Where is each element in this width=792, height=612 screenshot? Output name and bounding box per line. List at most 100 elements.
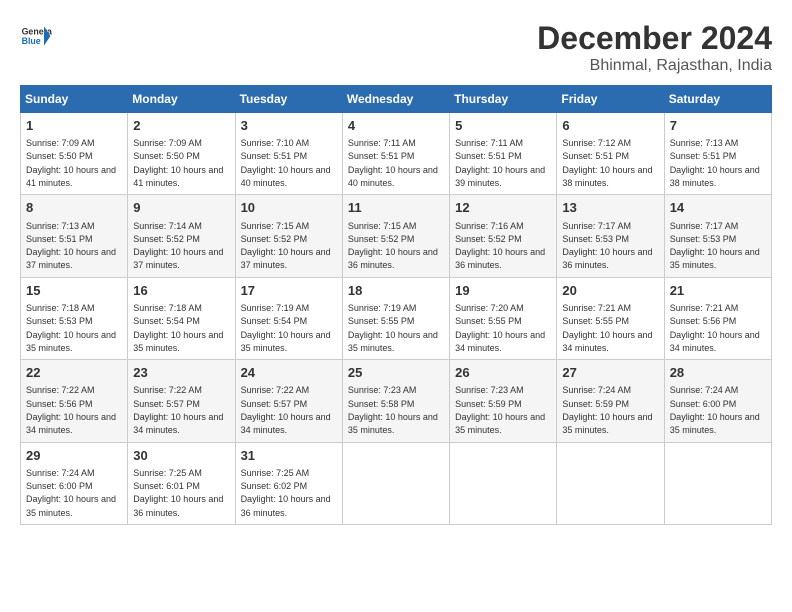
- day-info: Sunrise: 7:24 AMSunset: 5:59 PMDaylight:…: [562, 385, 652, 435]
- day-info: Sunrise: 7:25 AMSunset: 6:01 PMDaylight:…: [133, 468, 223, 518]
- day-info: Sunrise: 7:24 AMSunset: 6:00 PMDaylight:…: [26, 468, 116, 518]
- day-cell-28: 28 Sunrise: 7:24 AMSunset: 6:00 PMDaylig…: [664, 360, 771, 442]
- day-cell-19: 19 Sunrise: 7:20 AMSunset: 5:55 PMDaylig…: [450, 277, 557, 359]
- day-number: 12: [455, 199, 551, 217]
- empty-cell: [664, 442, 771, 524]
- day-number: 28: [670, 364, 766, 382]
- day-number: 4: [348, 117, 444, 135]
- day-info: Sunrise: 7:19 AMSunset: 5:55 PMDaylight:…: [348, 303, 438, 353]
- day-cell-23: 23 Sunrise: 7:22 AMSunset: 5:57 PMDaylig…: [128, 360, 235, 442]
- day-cell-11: 11 Sunrise: 7:15 AMSunset: 5:52 PMDaylig…: [342, 195, 449, 277]
- empty-cell: [450, 442, 557, 524]
- day-number: 15: [26, 282, 122, 300]
- empty-cell: [557, 442, 664, 524]
- day-info: Sunrise: 7:25 AMSunset: 6:02 PMDaylight:…: [241, 468, 331, 518]
- day-cell-16: 16 Sunrise: 7:18 AMSunset: 5:54 PMDaylig…: [128, 277, 235, 359]
- day-cell-30: 30 Sunrise: 7:25 AMSunset: 6:01 PMDaylig…: [128, 442, 235, 524]
- day-info: Sunrise: 7:18 AMSunset: 5:54 PMDaylight:…: [133, 303, 223, 353]
- day-number: 20: [562, 282, 658, 300]
- day-number: 25: [348, 364, 444, 382]
- empty-cell: [342, 442, 449, 524]
- svg-text:Blue: Blue: [22, 36, 41, 46]
- day-info: Sunrise: 7:15 AMSunset: 5:52 PMDaylight:…: [348, 221, 438, 271]
- col-tuesday: Tuesday: [235, 86, 342, 113]
- day-cell-3: 3 Sunrise: 7:10 AMSunset: 5:51 PMDayligh…: [235, 113, 342, 195]
- day-number: 14: [670, 199, 766, 217]
- day-cell-17: 17 Sunrise: 7:19 AMSunset: 5:54 PMDaylig…: [235, 277, 342, 359]
- calendar-table: Sunday Monday Tuesday Wednesday Thursday…: [20, 85, 772, 525]
- day-info: Sunrise: 7:19 AMSunset: 5:54 PMDaylight:…: [241, 303, 331, 353]
- day-number: 23: [133, 364, 229, 382]
- day-number: 24: [241, 364, 337, 382]
- day-number: 5: [455, 117, 551, 135]
- location-title: Bhinmal, Rajasthan, India: [537, 57, 772, 75]
- day-info: Sunrise: 7:17 AMSunset: 5:53 PMDaylight:…: [562, 221, 652, 271]
- day-info: Sunrise: 7:11 AMSunset: 5:51 PMDaylight:…: [348, 138, 438, 188]
- day-cell-4: 4 Sunrise: 7:11 AMSunset: 5:51 PMDayligh…: [342, 113, 449, 195]
- day-number: 16: [133, 282, 229, 300]
- day-number: 22: [26, 364, 122, 382]
- day-number: 21: [670, 282, 766, 300]
- day-cell-10: 10 Sunrise: 7:15 AMSunset: 5:52 PMDaylig…: [235, 195, 342, 277]
- day-number: 8: [26, 199, 122, 217]
- day-info: Sunrise: 7:22 AMSunset: 5:57 PMDaylight:…: [133, 385, 223, 435]
- day-number: 11: [348, 199, 444, 217]
- day-info: Sunrise: 7:09 AMSunset: 5:50 PMDaylight:…: [133, 138, 223, 188]
- day-number: 2: [133, 117, 229, 135]
- day-cell-24: 24 Sunrise: 7:22 AMSunset: 5:57 PMDaylig…: [235, 360, 342, 442]
- day-info: Sunrise: 7:23 AMSunset: 5:58 PMDaylight:…: [348, 385, 438, 435]
- day-cell-14: 14 Sunrise: 7:17 AMSunset: 5:53 PMDaylig…: [664, 195, 771, 277]
- day-number: 3: [241, 117, 337, 135]
- day-cell-29: 29 Sunrise: 7:24 AMSunset: 6:00 PMDaylig…: [21, 442, 128, 524]
- day-info: Sunrise: 7:23 AMSunset: 5:59 PMDaylight:…: [455, 385, 545, 435]
- day-number: 26: [455, 364, 551, 382]
- day-info: Sunrise: 7:11 AMSunset: 5:51 PMDaylight:…: [455, 138, 545, 188]
- day-number: 13: [562, 199, 658, 217]
- day-info: Sunrise: 7:22 AMSunset: 5:56 PMDaylight:…: [26, 385, 116, 435]
- day-number: 1: [26, 117, 122, 135]
- week-row-4: 22 Sunrise: 7:22 AMSunset: 5:56 PMDaylig…: [21, 360, 772, 442]
- day-number: 17: [241, 282, 337, 300]
- week-row-3: 15 Sunrise: 7:18 AMSunset: 5:53 PMDaylig…: [21, 277, 772, 359]
- day-cell-15: 15 Sunrise: 7:18 AMSunset: 5:53 PMDaylig…: [21, 277, 128, 359]
- col-thursday: Thursday: [450, 86, 557, 113]
- day-info: Sunrise: 7:13 AMSunset: 5:51 PMDaylight:…: [26, 221, 116, 271]
- col-wednesday: Wednesday: [342, 86, 449, 113]
- day-cell-6: 6 Sunrise: 7:12 AMSunset: 5:51 PMDayligh…: [557, 113, 664, 195]
- day-cell-9: 9 Sunrise: 7:14 AMSunset: 5:52 PMDayligh…: [128, 195, 235, 277]
- day-cell-31: 31 Sunrise: 7:25 AMSunset: 6:02 PMDaylig…: [235, 442, 342, 524]
- logo-icon: General Blue: [20, 20, 52, 52]
- day-cell-22: 22 Sunrise: 7:22 AMSunset: 5:56 PMDaylig…: [21, 360, 128, 442]
- day-number: 10: [241, 199, 337, 217]
- day-cell-7: 7 Sunrise: 7:13 AMSunset: 5:51 PMDayligh…: [664, 113, 771, 195]
- day-number: 19: [455, 282, 551, 300]
- day-info: Sunrise: 7:20 AMSunset: 5:55 PMDaylight:…: [455, 303, 545, 353]
- day-info: Sunrise: 7:10 AMSunset: 5:51 PMDaylight:…: [241, 138, 331, 188]
- day-info: Sunrise: 7:21 AMSunset: 5:55 PMDaylight:…: [562, 303, 652, 353]
- header: General Blue December 2024 Bhinmal, Raja…: [20, 20, 772, 75]
- title-area: December 2024 Bhinmal, Rajasthan, India: [537, 20, 772, 75]
- weekday-header-row: Sunday Monday Tuesday Wednesday Thursday…: [21, 86, 772, 113]
- day-number: 29: [26, 447, 122, 465]
- day-cell-2: 2 Sunrise: 7:09 AMSunset: 5:50 PMDayligh…: [128, 113, 235, 195]
- day-info: Sunrise: 7:13 AMSunset: 5:51 PMDaylight:…: [670, 138, 760, 188]
- day-number: 9: [133, 199, 229, 217]
- day-cell-8: 8 Sunrise: 7:13 AMSunset: 5:51 PMDayligh…: [21, 195, 128, 277]
- col-monday: Monday: [128, 86, 235, 113]
- day-cell-20: 20 Sunrise: 7:21 AMSunset: 5:55 PMDaylig…: [557, 277, 664, 359]
- week-row-1: 1 Sunrise: 7:09 AMSunset: 5:50 PMDayligh…: [21, 113, 772, 195]
- day-info: Sunrise: 7:21 AMSunset: 5:56 PMDaylight:…: [670, 303, 760, 353]
- day-info: Sunrise: 7:22 AMSunset: 5:57 PMDaylight:…: [241, 385, 331, 435]
- day-number: 27: [562, 364, 658, 382]
- day-info: Sunrise: 7:12 AMSunset: 5:51 PMDaylight:…: [562, 138, 652, 188]
- logo: General Blue: [20, 20, 52, 52]
- day-cell-1: 1 Sunrise: 7:09 AMSunset: 5:50 PMDayligh…: [21, 113, 128, 195]
- day-number: 30: [133, 447, 229, 465]
- day-cell-21: 21 Sunrise: 7:21 AMSunset: 5:56 PMDaylig…: [664, 277, 771, 359]
- day-number: 18: [348, 282, 444, 300]
- day-number: 31: [241, 447, 337, 465]
- day-cell-27: 27 Sunrise: 7:24 AMSunset: 5:59 PMDaylig…: [557, 360, 664, 442]
- day-cell-12: 12 Sunrise: 7:16 AMSunset: 5:52 PMDaylig…: [450, 195, 557, 277]
- week-row-2: 8 Sunrise: 7:13 AMSunset: 5:51 PMDayligh…: [21, 195, 772, 277]
- day-cell-13: 13 Sunrise: 7:17 AMSunset: 5:53 PMDaylig…: [557, 195, 664, 277]
